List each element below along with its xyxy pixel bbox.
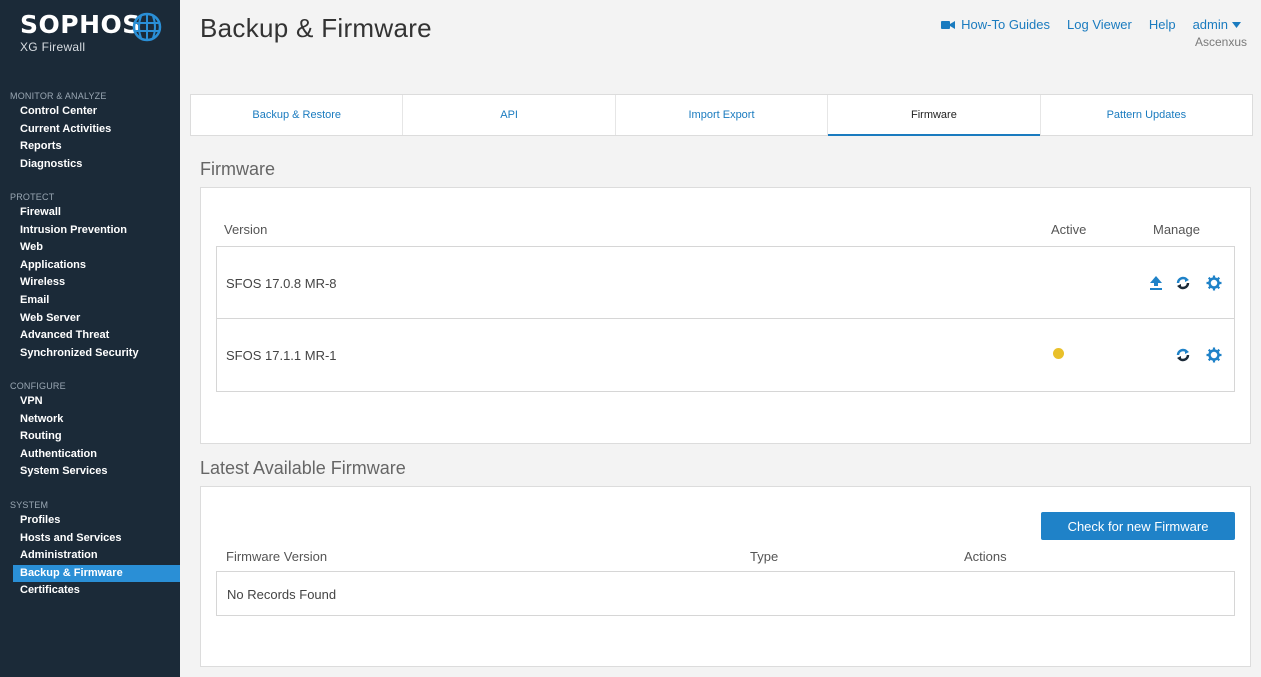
how-to-guides-label: How-To Guides xyxy=(961,17,1051,32)
refresh-icon[interactable] xyxy=(1175,347,1191,363)
sidebar-item-intrusion-prevention[interactable]: Intrusion Prevention xyxy=(0,222,180,240)
firmware-section-title: Firmware xyxy=(200,159,275,179)
product-name: XG Firewall xyxy=(20,40,86,54)
firmware-version: SFOS 17.0.8 MR-8 xyxy=(226,276,337,291)
latest-firmware-panel: Check for new Firmware Firmware Version … xyxy=(200,486,1251,667)
nav-section-protect: PROTECT Firewall Intrusion Prevention We… xyxy=(0,191,180,362)
how-to-guides-link[interactable]: How-To Guides xyxy=(941,17,1050,32)
gear-icon[interactable] xyxy=(1206,275,1222,291)
admin-label: admin xyxy=(1192,17,1228,32)
help-link[interactable]: Help xyxy=(1149,17,1176,32)
tab-import-export[interactable]: Import Export xyxy=(616,95,829,135)
nav-heading: PROTECT xyxy=(10,192,55,202)
sidebar-item-routing[interactable]: Routing xyxy=(0,428,180,446)
sidebar-item-hosts-and-services[interactable]: Hosts and Services xyxy=(0,530,180,548)
sidebar-item-network[interactable]: Network xyxy=(0,411,180,429)
table-row: SFOS 17.0.8 MR-8 xyxy=(217,247,1234,319)
sidebar-item-diagnostics[interactable]: Diagnostics xyxy=(0,156,180,174)
video-camera-icon xyxy=(941,20,956,29)
upload-icon[interactable] xyxy=(1148,275,1164,291)
tab-pattern-updates[interactable]: Pattern Updates xyxy=(1041,95,1252,135)
brand-name: SOPHOS xyxy=(20,10,141,39)
latest-firmware-table: No Records Found xyxy=(216,571,1235,616)
sidebar: SOPHOS XG Firewall MONITOR & ANALYZE Con… xyxy=(0,0,180,677)
nav-section-system: SYSTEM Profiles Hosts and Services Admin… xyxy=(0,499,180,600)
tab-backup-restore[interactable]: Backup & Restore xyxy=(191,95,404,135)
sidebar-item-control-center[interactable]: Control Center xyxy=(0,103,180,121)
tab-firmware[interactable]: Firmware xyxy=(828,95,1041,136)
sidebar-item-web-server[interactable]: Web Server xyxy=(0,310,180,328)
gear-icon[interactable] xyxy=(1206,347,1222,363)
sidebar-item-administration[interactable]: Administration xyxy=(0,547,180,565)
caret-down-icon xyxy=(1232,21,1241,28)
sidebar-item-authentication[interactable]: Authentication xyxy=(0,446,180,464)
sidebar-item-vpn[interactable]: VPN xyxy=(0,393,180,411)
top-links: How-To Guides Log Viewer Help admin xyxy=(924,17,1247,32)
globe-icon xyxy=(132,12,162,42)
sidebar-item-backup-firmware[interactable]: Backup & Firmware xyxy=(13,564,180,583)
nav-heading: CONFIGURE xyxy=(10,381,66,391)
firmware-version: SFOS 17.1.1 MR-1 xyxy=(226,348,337,363)
brand: SOPHOS XG Firewall xyxy=(20,10,141,54)
sidebar-item-profiles[interactable]: Profiles xyxy=(0,512,180,530)
column-header-firmware-version: Firmware Version xyxy=(226,549,328,564)
page-title: Backup & Firmware xyxy=(200,13,432,43)
sidebar-item-applications[interactable]: Applications xyxy=(0,257,180,275)
check-firmware-button[interactable]: Check for new Firmware xyxy=(1041,512,1235,540)
log-viewer-link[interactable]: Log Viewer xyxy=(1067,17,1132,32)
sidebar-item-advanced-threat[interactable]: Advanced Threat xyxy=(0,327,180,345)
nav-section-monitor: MONITOR & ANALYZE Control Center Current… xyxy=(0,90,180,173)
column-header-version: Version xyxy=(224,222,268,237)
sidebar-item-system-services[interactable]: System Services xyxy=(0,463,180,481)
sidebar-item-current-activities[interactable]: Current Activities xyxy=(0,121,180,139)
sidebar-item-web[interactable]: Web xyxy=(0,239,180,257)
nav-heading: SYSTEM xyxy=(10,500,49,510)
empty-state-text: No Records Found xyxy=(227,587,337,602)
nav-heading: MONITOR & ANALYZE xyxy=(10,91,107,101)
sidebar-item-certificates[interactable]: Certificates xyxy=(0,582,180,600)
column-header-type: Type xyxy=(750,549,779,564)
active-indicator xyxy=(1053,348,1064,359)
firmware-table: SFOS 17.0.8 MR-8 SFOS 17.1.1 MR-1 xyxy=(216,246,1235,392)
latest-firmware-section-title: Latest Available Firmware xyxy=(200,458,406,478)
column-header-actions: Actions xyxy=(964,549,1007,564)
organization-name: Ascenxus xyxy=(1194,35,1247,49)
refresh-icon[interactable] xyxy=(1175,275,1191,291)
table-row: SFOS 17.1.1 MR-1 xyxy=(217,319,1234,391)
sidebar-item-firewall[interactable]: Firewall xyxy=(0,204,180,222)
admin-menu[interactable]: admin xyxy=(1193,17,1247,32)
sidebar-item-reports[interactable]: Reports xyxy=(0,138,180,156)
sidebar-item-email[interactable]: Email xyxy=(0,292,180,310)
nav-section-configure: CONFIGURE VPN Network Routing Authentica… xyxy=(0,380,180,481)
column-header-manage: Manage xyxy=(1153,222,1200,237)
tab-api[interactable]: API xyxy=(403,95,616,135)
tab-bar: Backup & Restore API Import Export Firmw… xyxy=(190,94,1253,136)
column-header-active: Active xyxy=(1051,222,1087,237)
sidebar-item-wireless[interactable]: Wireless xyxy=(0,274,180,292)
sidebar-item-synchronized-security[interactable]: Synchronized Security xyxy=(0,345,180,363)
firmware-panel: Version Active Manage SFOS 17.0.8 MR-8 S… xyxy=(200,187,1251,444)
